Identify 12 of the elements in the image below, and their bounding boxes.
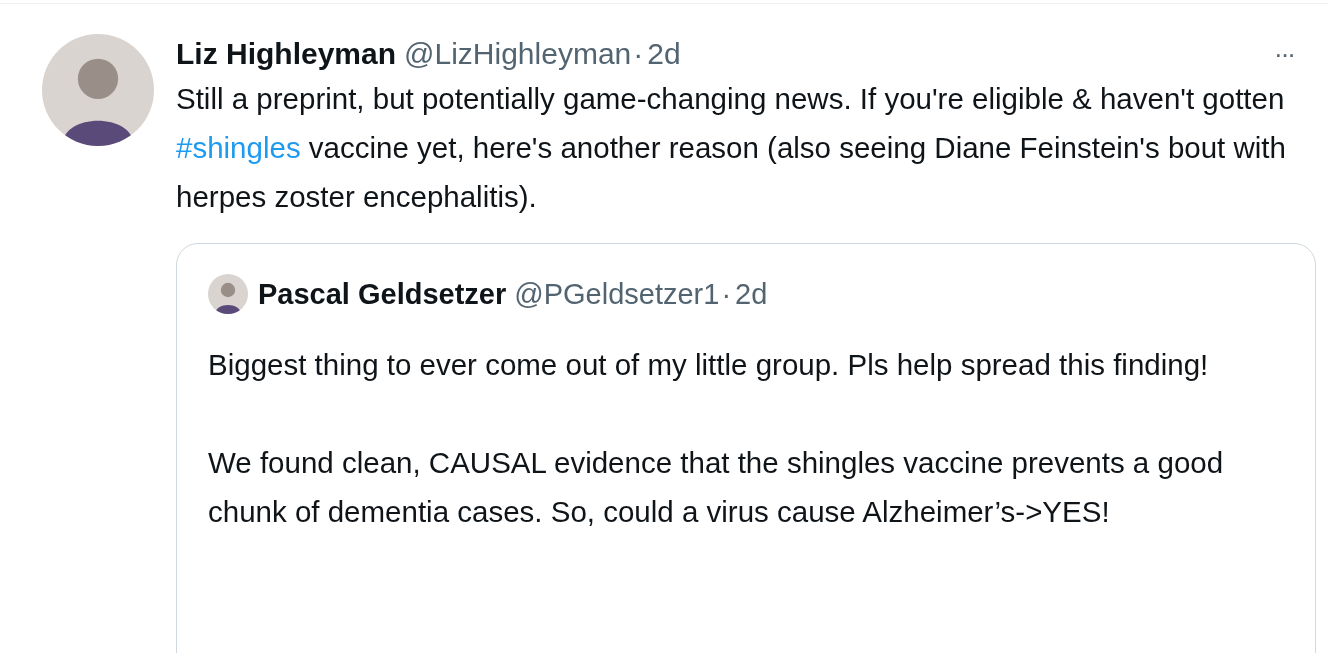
timestamp[interactable]: 2d xyxy=(647,36,681,72)
author-name[interactable]: Liz Highleyman xyxy=(176,36,397,72)
quoted-tweet-text: We found clean, CAUSAL evidence that the shingles vaccine prevents a good chunk of dementia cases. So, could a virus cause Alzheimer’s->YES! xyxy=(208,445,1225,530)
author-name[interactable]: Pascal Geldsetzer xyxy=(258,276,507,312)
author-handle[interactable]: @PGeldsetzer1 xyxy=(514,276,720,312)
author-handle[interactable]: @LizHighleyman xyxy=(404,36,632,72)
quoted-tweet-text: Biggest thing to ever come out of my little group. Pls help spread this finding! xyxy=(208,347,1210,383)
separator-dot: · xyxy=(721,277,732,312)
more-button[interactable]: ··· xyxy=(1274,44,1294,64)
separator-dot: · xyxy=(633,36,644,72)
tweet-text: Still a preprint, but potentially game-changing news. If you're eligible & haven't gotten #shingles vaccine yet, here's another reason (also seeing Diane Feinstein's bout with herpes zoster encephalitis). xyxy=(176,81,1287,215)
timestamp[interactable]: 2d xyxy=(735,276,768,312)
